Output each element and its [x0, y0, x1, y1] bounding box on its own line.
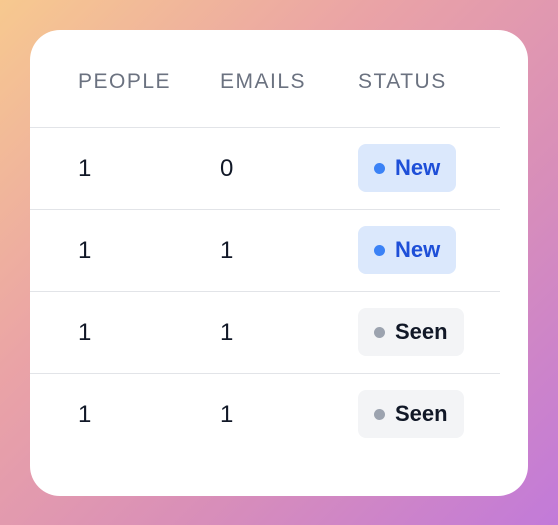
table-row[interactable]: 1 1 Seen [30, 374, 500, 455]
people-cell: 1 [78, 237, 92, 264]
column-header-status[interactable]: STATUS [358, 70, 447, 94]
table-card: PEOPLE EMAILS STATUS 1 0 New 1 1 New 1 1 [30, 30, 528, 496]
data-table: PEOPLE EMAILS STATUS 1 0 New 1 1 New 1 1 [30, 30, 500, 455]
status-dot-icon [374, 162, 385, 174]
table-row[interactable]: 1 1 New [30, 210, 500, 292]
status-dot-icon [374, 326, 385, 338]
status-label: New [395, 237, 441, 262]
status-badge: New [358, 144, 457, 192]
status-badge: Seen [358, 390, 464, 438]
table-row[interactable]: 1 1 Seen [30, 292, 500, 374]
people-cell: 1 [78, 155, 92, 182]
status-dot-icon [374, 244, 385, 256]
status-label: New [395, 155, 441, 180]
status-label: Seen [395, 401, 448, 426]
emails-cell: 1 [220, 401, 234, 428]
people-cell: 1 [78, 319, 92, 346]
status-badge: Seen [358, 308, 464, 356]
emails-cell: 0 [220, 155, 234, 182]
column-header-emails[interactable]: EMAILS [220, 70, 306, 94]
emails-cell: 1 [220, 237, 234, 264]
table-row[interactable]: 1 0 New [30, 128, 500, 210]
status-label: Seen [395, 319, 448, 344]
column-header-people[interactable]: PEOPLE [78, 70, 171, 94]
emails-cell: 1 [220, 319, 234, 346]
people-cell: 1 [78, 401, 92, 428]
status-dot-icon [374, 408, 385, 420]
table-header: PEOPLE EMAILS STATUS [30, 30, 500, 128]
status-badge: New [358, 226, 457, 274]
